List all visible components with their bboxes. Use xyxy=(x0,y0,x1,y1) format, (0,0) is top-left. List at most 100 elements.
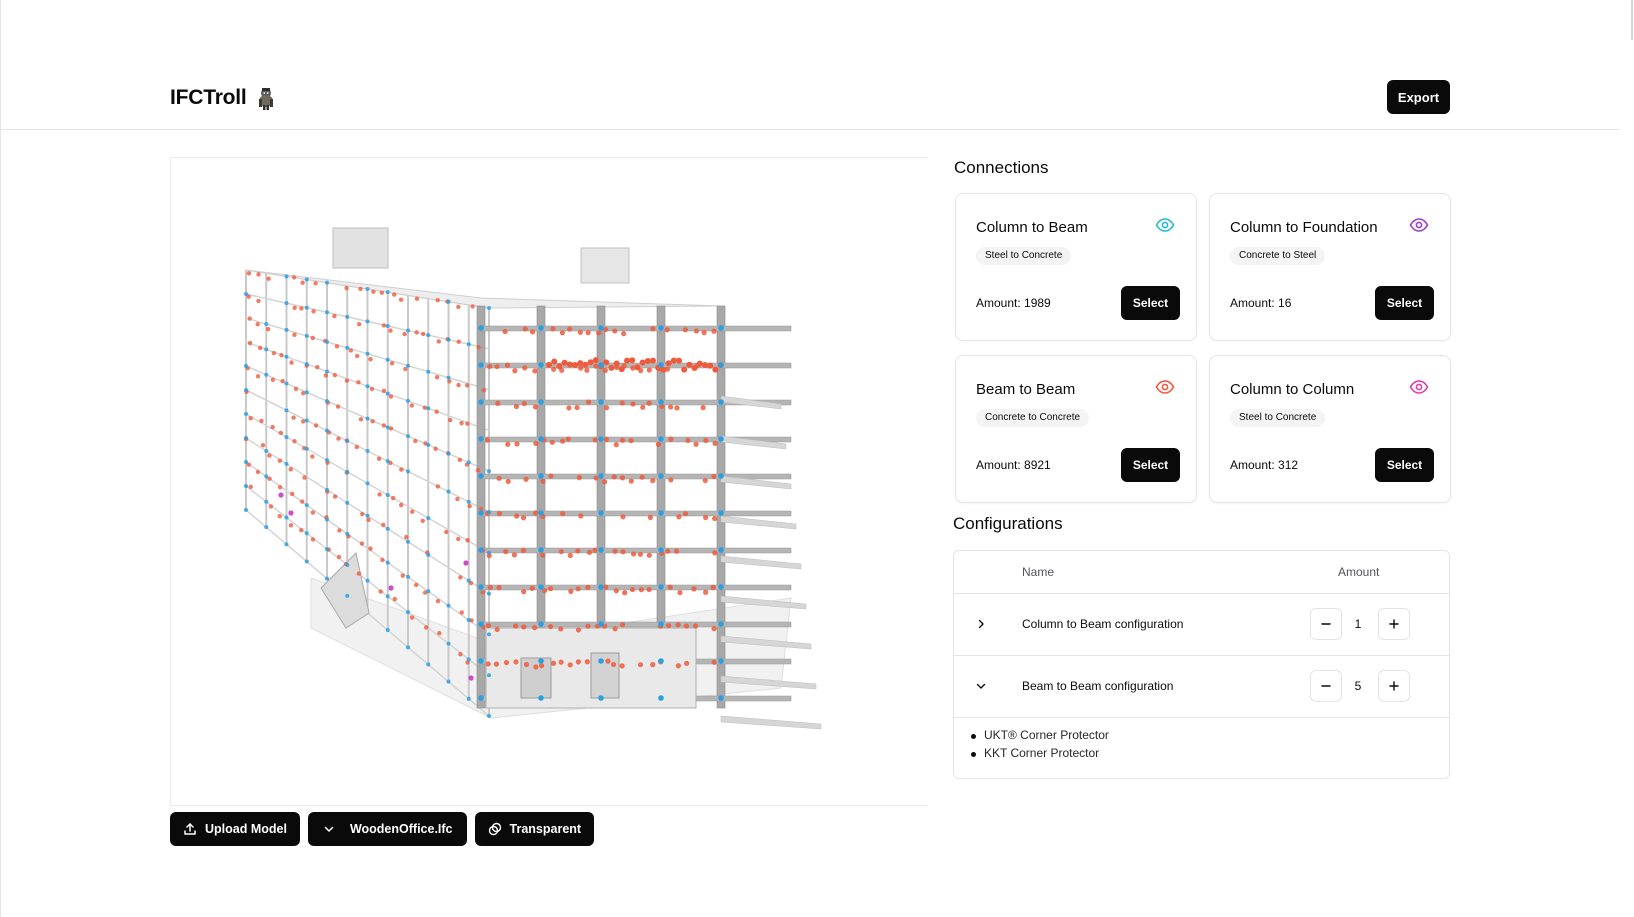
connection-dot xyxy=(244,388,248,392)
slab-edge xyxy=(720,515,797,530)
connection-dot xyxy=(248,484,253,490)
connection-dot xyxy=(435,297,440,303)
connection-dot xyxy=(532,625,538,631)
connection-dot xyxy=(718,695,724,701)
table-row[interactable]: Beam to Beam configuration 5 xyxy=(954,656,1449,718)
connection-dot xyxy=(332,313,337,319)
amount-text: Amount: 1989 xyxy=(976,296,1051,310)
connection-dot xyxy=(598,547,604,553)
select-button[interactable]: Select xyxy=(1375,448,1434,482)
connection-dot xyxy=(683,623,690,629)
connection-dot xyxy=(325,428,329,433)
increment-button[interactable] xyxy=(1378,608,1410,640)
connection-dot xyxy=(478,362,484,368)
connection-dot xyxy=(703,437,709,444)
connection-dot xyxy=(551,358,558,365)
connection-dot xyxy=(523,476,529,482)
connection-dot xyxy=(426,333,431,338)
connection-dot xyxy=(558,548,564,555)
connection-dot xyxy=(514,441,520,447)
beam xyxy=(480,547,792,554)
connection-dot xyxy=(406,363,410,368)
connection-dot xyxy=(640,404,646,410)
connection-dot xyxy=(403,366,408,372)
export-button[interactable]: Export xyxy=(1387,80,1450,114)
connection-dot xyxy=(655,441,662,447)
eye-icon[interactable] xyxy=(1409,217,1429,233)
connection-dot xyxy=(435,484,441,489)
connection-dot xyxy=(621,331,627,337)
chevron-right-icon[interactable] xyxy=(974,617,988,631)
connection-dot xyxy=(406,469,410,474)
chevron-down-icon[interactable] xyxy=(974,679,988,693)
connection-dot xyxy=(572,362,578,369)
increment-button[interactable] xyxy=(1378,670,1410,702)
plus-icon xyxy=(1389,619,1399,629)
table-row[interactable]: Column to Beam configuration 1 xyxy=(954,594,1449,656)
connection-dot xyxy=(558,659,564,665)
connection-dot xyxy=(354,353,360,359)
decrement-button[interactable] xyxy=(1310,608,1342,640)
column-header-name: Name xyxy=(1022,565,1055,579)
connection-dot xyxy=(247,316,252,321)
connection-dot xyxy=(284,461,289,466)
card-title: Column to Column xyxy=(1230,381,1355,398)
connection-dot xyxy=(538,695,544,701)
material-badge: Concrete to Steel xyxy=(1230,247,1326,265)
connection-dot xyxy=(685,437,691,444)
model-select-dropdown[interactable]: WoodenOffice.Ifc xyxy=(307,812,467,846)
connection-dot xyxy=(388,328,393,333)
connection-dot xyxy=(521,400,527,407)
entrance xyxy=(590,652,620,699)
select-button[interactable]: Select xyxy=(1375,286,1434,320)
connection-dot xyxy=(478,658,484,664)
transparent-toggle-button[interactable]: Transparent xyxy=(474,812,595,846)
eye-icon[interactable] xyxy=(1409,379,1429,395)
connection-dot xyxy=(264,321,269,326)
eye-icon[interactable] xyxy=(1155,379,1175,395)
upload-model-button[interactable]: Upload Model xyxy=(170,812,300,846)
select-button[interactable]: Select xyxy=(1121,448,1180,482)
connection-dot xyxy=(284,408,289,413)
connection-dot xyxy=(686,361,693,368)
connection-dot xyxy=(271,350,277,356)
connection-dot xyxy=(511,552,518,558)
connection-dot xyxy=(446,489,451,494)
eye-icon[interactable] xyxy=(1155,217,1175,233)
connection-dot xyxy=(585,623,591,629)
connection-dot xyxy=(603,326,609,333)
connection-dot xyxy=(369,386,375,392)
connection-dot xyxy=(465,421,470,426)
connection-dot xyxy=(458,651,463,657)
connection-dot xyxy=(566,361,573,368)
connection-dot xyxy=(379,290,385,295)
select-button[interactable]: Select xyxy=(1121,286,1180,320)
decrement-button[interactable] xyxy=(1310,670,1342,702)
connection-dot xyxy=(368,546,373,551)
connection-dot xyxy=(292,438,297,444)
connection-dot xyxy=(325,547,329,552)
connection-dot xyxy=(503,659,510,666)
connection-dot xyxy=(612,626,618,632)
connection-dot xyxy=(718,362,724,368)
connection-dot xyxy=(244,412,248,416)
connection-dot xyxy=(279,352,284,358)
connection-dot xyxy=(700,405,706,411)
connection-dot xyxy=(325,369,329,374)
connection-dot xyxy=(426,662,431,667)
connection-dot xyxy=(291,415,296,420)
model-viewer-canvas[interactable] xyxy=(170,157,928,806)
connection-dot xyxy=(533,664,539,670)
connection-dot xyxy=(598,399,604,405)
connection-dot xyxy=(400,573,405,578)
connection-dot xyxy=(546,361,552,368)
connection-dot xyxy=(302,475,307,480)
connection-dot xyxy=(402,331,407,337)
connection-dot xyxy=(399,467,404,472)
connection-dot xyxy=(299,528,304,533)
connection-dot xyxy=(538,547,544,553)
building-model-render[interactable] xyxy=(171,158,928,805)
connection-dot xyxy=(284,274,289,279)
connection-dot xyxy=(304,362,309,367)
chevron-down-icon xyxy=(324,826,334,832)
